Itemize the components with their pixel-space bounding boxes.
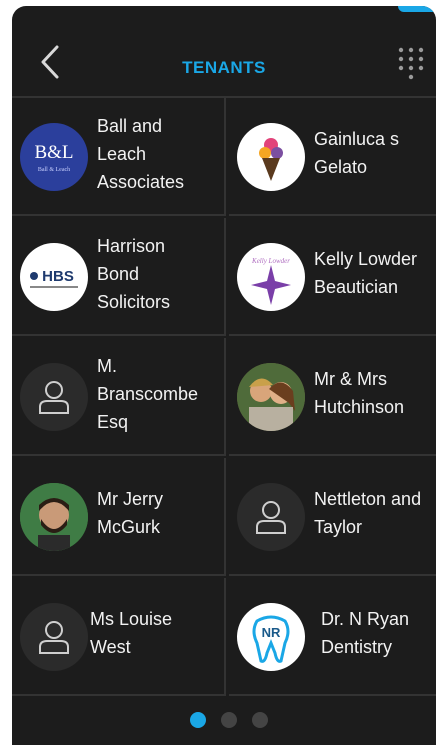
page-dot-3[interactable] [252,712,268,728]
tenant-jerry-mcgurk[interactable]: Mr Jerry McGurk [12,458,226,576]
tenant-mr-mrs-hutchinson[interactable]: Mr & Mrs Hutchinson [229,338,436,456]
page-title: TENANTS [182,58,266,77]
keypad-icon [398,47,424,80]
tenant-name: Mr Jerry McGurk [97,489,163,537]
tenant-dr-n-ryan[interactable]: NR Dr. N Ryan Dentistry [229,578,436,696]
ryan-logo-text: NR [262,625,281,640]
tenant-name: Harrison Bond Solicitors [97,236,171,312]
intercom-screen: TENANTS B&L Ball & Leach Ball and Leach … [12,6,436,745]
tenant-name: Gainluca s Gelato [314,129,400,177]
tenant-ball-and-leach[interactable]: B&L Ball & Leach Ball and Leach Associat… [12,98,226,216]
tenant-m-branscombe[interactable]: M. Branscombe Esq [12,338,226,456]
tooth-icon: NR [252,615,290,663]
tenant-nettleton-taylor[interactable]: Nettleton and Taylor [229,458,436,576]
sparkle-icon [251,265,291,305]
tenant-name: Kelly Lowder Beautician [314,249,418,297]
person-icon [39,381,69,414]
tenant-gainlucas-gelato[interactable]: Gainluca s Gelato [229,98,436,216]
tenant-name: Dr. N Ryan Dentistry [321,609,410,657]
hutchinson-photo [237,363,305,431]
header: TENANTS [12,6,436,96]
kelly-lowder-logo: Kelly Lowder [237,243,305,311]
avatar [20,363,88,431]
ball-leach-logo: B&L Ball & Leach [20,123,88,191]
tenant-name: Ball and Leach Associates [97,116,185,192]
avatar [20,603,88,671]
tenant-harrison-bond[interactable]: HBS Harrison Bond Solicitors [12,218,226,336]
pagination [12,698,436,745]
ball-leach-logo-sub: Ball & Leach [38,167,70,173]
keypad-button[interactable] [396,46,426,82]
tenant-name: Ms Louise West [90,609,173,657]
mcgurk-photo [20,483,88,551]
ice-cream-icon [259,138,283,181]
tenant-name: Nettleton and Taylor [314,489,422,537]
page-dot-2[interactable] [221,712,237,728]
tenant-name: M. Branscombe Esq [97,356,199,432]
kelly-lowder-logo-text: Kelly Lowder [251,257,290,265]
ryan-dentistry-logo: NR [237,603,305,671]
person-icon [39,621,69,654]
tenant-name: Mr & Mrs Hutchinson [314,369,405,417]
ball-leach-logo-text: B&L [34,142,73,163]
tenant-louise-west[interactable]: Ms Louise West [12,578,226,696]
tenant-grid: B&L Ball & Leach Ball and Leach Associat… [12,96,436,698]
person-icon [256,501,286,534]
gelato-logo [237,123,305,191]
avatar [237,483,305,551]
page-dot-1[interactable] [190,712,206,728]
hbs-logo: HBS [20,243,88,311]
tenant-kelly-lowder[interactable]: Kelly Lowder Kelly Lowder Beautician [229,218,436,336]
hbs-logo-text: HBS [42,268,74,285]
